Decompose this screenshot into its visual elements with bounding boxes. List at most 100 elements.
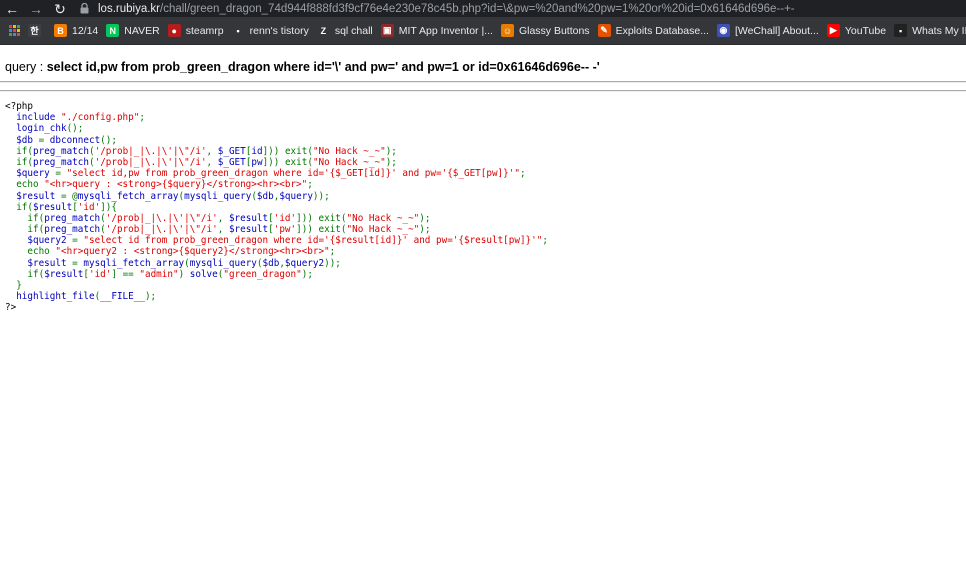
browser-toolbar: ← → ↻ los.rubiya.kr/chall/green_dragon_7…	[0, 0, 966, 17]
bookmark-item[interactable]: ✎ Exploits Database...	[597, 17, 709, 44]
mit-icon: ▣	[380, 24, 394, 37]
code-token: ;	[307, 179, 313, 191]
code-token: '/prob|_|\.|\'|\"/i'	[94, 156, 207, 168]
code-token: =	[55, 168, 67, 180]
code-token: $db	[5, 134, 39, 146]
code-token: );	[144, 291, 157, 303]
code-token: '/prob|_|\.|\'|\"/i'	[105, 212, 218, 224]
code-line: $result = mysqli_fetch_array(mysqli_quer…	[5, 258, 548, 269]
apps-grid-icon[interactable]	[9, 25, 20, 36]
code-token: $query2	[284, 257, 325, 269]
divider-top	[0, 81, 966, 83]
naver-icon: N	[106, 24, 120, 37]
address-bar[interactable]: los.rubiya.kr/chall/green_dragon_74d944f…	[98, 3, 958, 15]
code-token: id	[251, 145, 263, 157]
reload-icon[interactable]: ↻	[48, 0, 72, 17]
whatsmyip-icon: ▪	[894, 24, 908, 37]
code-token: dbconnect	[49, 134, 101, 146]
code-token: );	[419, 224, 431, 236]
url-host: los.rubiya.kr	[98, 2, 160, 15]
code-token: =	[72, 257, 84, 269]
code-line: $result = @mysqli_fetch_array(mysqli_que…	[5, 191, 548, 202]
code-token: solve	[189, 268, 218, 280]
code-token: preg_match	[44, 224, 101, 236]
bookmark-item[interactable]: Zsql chall	[316, 17, 373, 44]
code-token: ,	[206, 156, 218, 168]
bookmark-item[interactable]: ▶ YouTube	[826, 17, 887, 44]
bookmark-item[interactable]: ▪ Whats My IP Addr...	[894, 17, 966, 44]
code-line: $query = "select id,pw from prob_green_d…	[5, 168, 548, 179]
code-token: $query	[279, 190, 313, 202]
bookmark-item[interactable]: B 12/14	[54, 17, 98, 44]
code-token: "No Hack ~_~"	[312, 145, 386, 157]
code-token: login_chk	[5, 123, 67, 135]
bookmark-item[interactable]: ● steamrp	[167, 17, 224, 44]
code-line: if(preg_match('/prob|_|\.|\'|\"/i', $_GE…	[5, 157, 548, 168]
code-token: preg_match	[44, 212, 101, 224]
code-token: mysqli_query	[184, 190, 252, 202]
code-line: if(preg_match('/prob|_|\.|\'|\"/i', $res…	[5, 213, 548, 224]
code-token: ])) exit(	[296, 224, 347, 236]
code-token: $result	[5, 190, 61, 202]
bookmark-item[interactable]: ☺ Glassy Buttons	[500, 17, 590, 44]
bookmark-item[interactable]: ◉ [WeChall] About...	[716, 17, 819, 44]
code-token: mysqli_fetch_array	[77, 190, 179, 202]
bookmark-item[interactable]: • renn's tistory	[231, 17, 309, 44]
code-token: "No Hack ~_~"	[346, 224, 420, 236]
code-token: )	[178, 268, 190, 280]
korean-icon: 한	[28, 24, 41, 37]
code-line: echo "<hr>query2 : <strong>{$query2}</st…	[5, 246, 548, 257]
code-token: ,	[206, 145, 218, 157]
back-arrow-icon[interactable]: ←	[0, 0, 24, 17]
code-token: if(	[5, 201, 33, 213]
code-token: =	[38, 134, 50, 146]
code-token: highlight_file	[5, 291, 95, 303]
code-token: __FILE__	[100, 291, 145, 303]
code-token: "select id,pw from prob_green_dragon whe…	[66, 168, 520, 180]
bookmark-item[interactable]: 한	[28, 17, 46, 44]
code-token: 'id'	[88, 268, 112, 280]
bookmark-item[interactable]: ▣ MIT App Inventor |...	[380, 17, 493, 44]
code-line: echo "<hr>query : <strong>{$query}</stro…	[5, 179, 548, 190]
code-token: ?>	[5, 302, 17, 314]
code-token: ));	[312, 190, 330, 202]
bookmark-label: Glassy Buttons	[518, 24, 590, 37]
bookmark-label: Whats My IP Addr...	[912, 24, 966, 37]
bookmark-label: NAVER	[124, 24, 160, 37]
code-token: 'id'	[273, 212, 297, 224]
glassy-icon: ☺	[500, 24, 514, 37]
forward-arrow-icon[interactable]: →	[24, 0, 48, 17]
z-icon: Z	[316, 24, 330, 37]
code-token: if(	[5, 145, 33, 157]
bookmark-label: renn's tistory	[249, 24, 309, 37]
code-token: );	[301, 268, 313, 280]
code-line: include "./config.php";	[5, 112, 548, 123]
code-token: $query	[5, 168, 56, 180]
code-line: if(preg_match('/prob|_|\.|\'|\"/i', $res…	[5, 224, 548, 235]
code-line: ?>	[5, 302, 548, 313]
wechall-icon: ◉	[716, 24, 730, 37]
code-token: $result	[5, 257, 73, 269]
code-line: <?php	[5, 101, 548, 112]
code-token: "green_dragon"	[223, 268, 302, 280]
code-token: =	[72, 235, 84, 247]
code-token: = @	[60, 190, 78, 202]
code-line: $db = dbconnect();	[5, 135, 548, 146]
code-line: }	[5, 280, 548, 291]
code-token: "admin"	[139, 268, 179, 280]
bookmark-item[interactable]: N NAVER	[106, 17, 160, 44]
code-token: $db	[262, 257, 280, 269]
code-token: <?php	[5, 101, 33, 112]
code-line: login_chk();	[5, 123, 548, 134]
bookmark-label: YouTube	[844, 24, 887, 37]
lock-icon[interactable]	[80, 3, 90, 15]
code-token: if(	[5, 268, 45, 280]
code-token: ]){	[100, 201, 117, 213]
code-token: $result	[44, 268, 84, 280]
code-token: include	[5, 112, 61, 124]
steam-icon: ●	[167, 24, 181, 37]
code-token: mysqli_query	[189, 257, 257, 269]
code-token: pw	[251, 156, 263, 168]
query-sql: select id,pw from prob_green_dragon wher…	[46, 60, 600, 74]
code-token: ();	[100, 134, 117, 146]
